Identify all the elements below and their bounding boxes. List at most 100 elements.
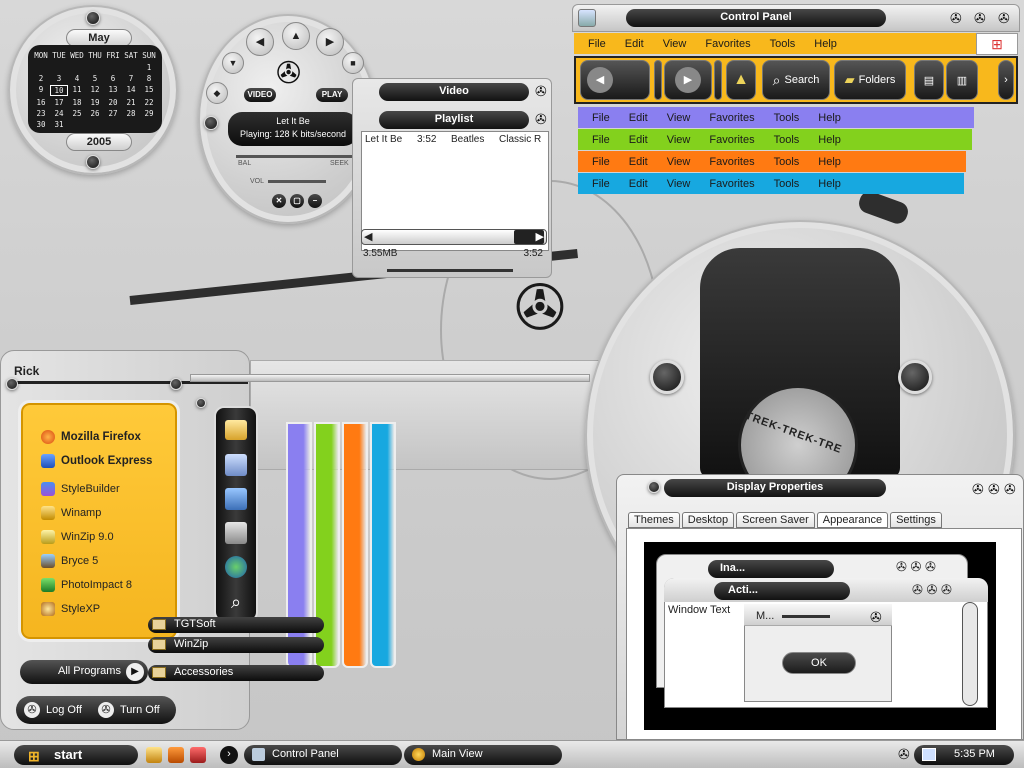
- submenu-accessories[interactable]: Accessories: [148, 665, 324, 681]
- back-button[interactable]: ◀: [580, 60, 650, 100]
- control-panel-icon[interactable]: [225, 522, 247, 544]
- ok-button[interactable]: OK: [782, 652, 856, 674]
- network-icon[interactable]: [225, 556, 247, 578]
- up-folder-button[interactable]: ▲: [726, 60, 756, 100]
- calendar-day[interactable]: 20: [104, 98, 122, 107]
- tab-desktop[interactable]: Desktop: [681, 512, 735, 528]
- menu-item-favorites[interactable]: Favorites: [709, 112, 754, 124]
- calendar-day[interactable]: 24: [50, 109, 68, 118]
- forward-dropdown-button[interactable]: [714, 60, 722, 100]
- menu-item-edit[interactable]: Edit: [625, 38, 644, 50]
- cp-close-icon[interactable]: ✇: [998, 11, 1010, 25]
- toolbar-more-button[interactable]: ›: [998, 60, 1014, 100]
- calendar-day[interactable]: 22: [140, 98, 158, 107]
- menu-item-edit[interactable]: Edit: [629, 112, 648, 124]
- turn-off-button[interactable]: ✇ Turn Off: [98, 702, 160, 718]
- tab-appearance[interactable]: Appearance: [816, 512, 889, 528]
- calendar-day[interactable]: 27: [104, 109, 122, 118]
- program-photoimpact[interactable]: PhotoImpact 8: [41, 573, 177, 597]
- calendar-day[interactable]: 23: [32, 109, 50, 118]
- calendar-day[interactable]: 3: [50, 74, 68, 83]
- calendar-day[interactable]: 15: [140, 85, 158, 96]
- calendar-day[interactable]: 6: [104, 74, 122, 83]
- calendar-day[interactable]: 4: [68, 74, 86, 83]
- forward-button[interactable]: ▶: [664, 60, 712, 100]
- move-to-button[interactable]: ▤: [914, 60, 944, 100]
- menu-item-tools[interactable]: Tools: [774, 112, 800, 124]
- tray-trefoil-icon[interactable]: ✇: [898, 747, 910, 761]
- submenu-winzip[interactable]: WinZip: [148, 637, 324, 653]
- menu-item-edit[interactable]: Edit: [629, 134, 648, 146]
- playlist-scrollbar[interactable]: ◀ ▶: [361, 229, 547, 245]
- shrink-player-button[interactable]: –: [308, 194, 322, 208]
- quicklaunch-media-icon[interactable]: [168, 747, 184, 763]
- menu-item-file[interactable]: File: [592, 112, 610, 124]
- calendar-knob-bottom[interactable]: [86, 155, 100, 169]
- scroll-left-icon[interactable]: ◀: [364, 230, 372, 243]
- calendar-day[interactable]: 29: [140, 109, 158, 118]
- menu-item-file[interactable]: File: [592, 178, 610, 190]
- prev-button[interactable]: ▼: [222, 52, 244, 74]
- menu-item-file[interactable]: File: [592, 156, 610, 168]
- menu-item-favorites[interactable]: Favorites: [705, 38, 750, 50]
- tab-themes[interactable]: Themes: [628, 512, 680, 528]
- playlist-menu-icon[interactable]: ✇: [535, 112, 547, 126]
- menu-item-view[interactable]: View: [663, 38, 687, 50]
- nav-button[interactable]: ◆: [206, 82, 228, 104]
- video-menu-icon[interactable]: ✇: [535, 84, 547, 98]
- menu-item-help[interactable]: Help: [814, 38, 837, 50]
- copy-to-button[interactable]: ▥: [946, 60, 978, 100]
- calendar-day[interactable]: 28: [122, 109, 140, 118]
- calendar-day[interactable]: 9: [32, 85, 50, 96]
- menu-item-tools[interactable]: Tools: [774, 156, 800, 168]
- menu-item-view[interactable]: View: [667, 178, 691, 190]
- menu-item-help[interactable]: Help: [818, 112, 841, 124]
- submenu-tgtsoft[interactable]: TGTSoft: [148, 617, 324, 633]
- all-programs-button[interactable]: All Programs ▶: [20, 660, 148, 684]
- calendar-day[interactable]: 11: [68, 85, 86, 96]
- forward-button[interactable]: ▶: [316, 28, 344, 56]
- clock[interactable]: 5:35 PM: [954, 748, 995, 760]
- pinned-outlook[interactable]: Outlook Express: [41, 449, 177, 473]
- calendar-day[interactable]: 1: [140, 63, 158, 72]
- calendar-day[interactable]: 12: [86, 85, 104, 96]
- task-main-view[interactable]: Main View: [404, 745, 562, 765]
- taskbar-chevron-icon[interactable]: ›: [220, 746, 238, 764]
- program-stylebuilder[interactable]: StyleBuilder: [41, 477, 177, 501]
- close-player-button[interactable]: ✕: [272, 194, 286, 208]
- menu-item-tools[interactable]: Tools: [770, 38, 796, 50]
- program-winzip[interactable]: WinZip 9.0: [41, 525, 177, 549]
- menu-item-view[interactable]: View: [667, 156, 691, 168]
- calendar-day[interactable]: 25: [68, 109, 86, 118]
- balance-slider[interactable]: [236, 155, 356, 158]
- back-dropdown-button[interactable]: [654, 60, 662, 100]
- calendar-knob[interactable]: [86, 11, 100, 25]
- start-button[interactable]: ⊞ start: [14, 745, 138, 765]
- tab-screen-saver[interactable]: Screen Saver: [736, 512, 815, 528]
- folders-button[interactable]: ▰ Folders: [834, 60, 906, 100]
- calendar-day[interactable]: 2: [32, 74, 50, 83]
- menu-item-favorites[interactable]: Favorites: [709, 156, 754, 168]
- scroll-right-icon[interactable]: ▶: [514, 230, 544, 244]
- tab-settings[interactable]: Settings: [890, 512, 942, 528]
- calendar-day[interactable]: 19: [86, 98, 104, 107]
- calendar-day[interactable]: 5: [86, 74, 104, 83]
- search-button[interactable]: ⌕ Search: [762, 60, 830, 100]
- quicklaunch-extra-icon[interactable]: [190, 747, 206, 763]
- playlist-row[interactable]: Let It Be 3:52 Beatles Classic R: [365, 134, 549, 148]
- eject-button[interactable]: ▲: [282, 22, 310, 50]
- cp-title[interactable]: Control Panel: [626, 9, 886, 27]
- menu-item-edit[interactable]: Edit: [629, 178, 648, 190]
- cp-app-icon[interactable]: [578, 9, 596, 27]
- menu-item-favorites[interactable]: Favorites: [709, 178, 754, 190]
- rewind-button[interactable]: ◀: [246, 28, 274, 56]
- calendar-day[interactable]: 7: [122, 74, 140, 83]
- dp-close-icon[interactable]: ✇: [1004, 482, 1016, 496]
- quicklaunch-explorer-icon[interactable]: [146, 747, 162, 763]
- calendar-day[interactable]: 10: [50, 85, 68, 96]
- menu-item-help[interactable]: Help: [818, 134, 841, 146]
- position-slider[interactable]: [387, 269, 513, 272]
- menu-item-view[interactable]: View: [667, 134, 691, 146]
- video-button[interactable]: VIDEO: [244, 88, 276, 102]
- menu-item-favorites[interactable]: Favorites: [709, 134, 754, 146]
